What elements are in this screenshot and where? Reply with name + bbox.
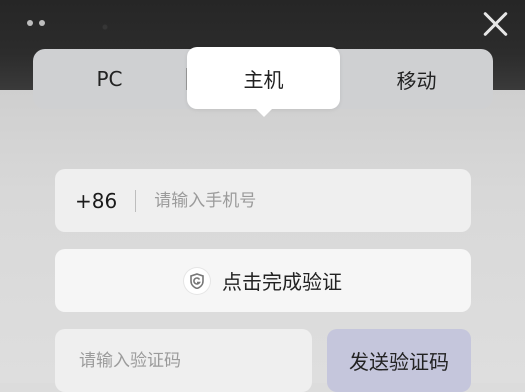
- close-icon[interactable]: [479, 8, 511, 40]
- tab-mobile[interactable]: 移动: [340, 49, 493, 109]
- shield-icon: [184, 267, 210, 294]
- more-dots-icon[interactable]: [27, 20, 45, 26]
- phone-field[interactable]: +86: [55, 169, 471, 232]
- captcha-verify-button[interactable]: 点击完成验证: [55, 249, 471, 312]
- phone-input[interactable]: [152, 189, 471, 212]
- dot: [39, 20, 45, 26]
- tab-pc[interactable]: PC: [33, 49, 186, 109]
- platform-tabs: PC 主机 移动: [33, 47, 493, 117]
- dot: [27, 20, 33, 26]
- tab-console[interactable]: 主机: [187, 47, 340, 117]
- country-code[interactable]: +86: [75, 189, 117, 213]
- captcha-label: 点击完成验证: [222, 270, 342, 294]
- divider: [135, 189, 137, 212]
- code-input[interactable]: [77, 349, 312, 372]
